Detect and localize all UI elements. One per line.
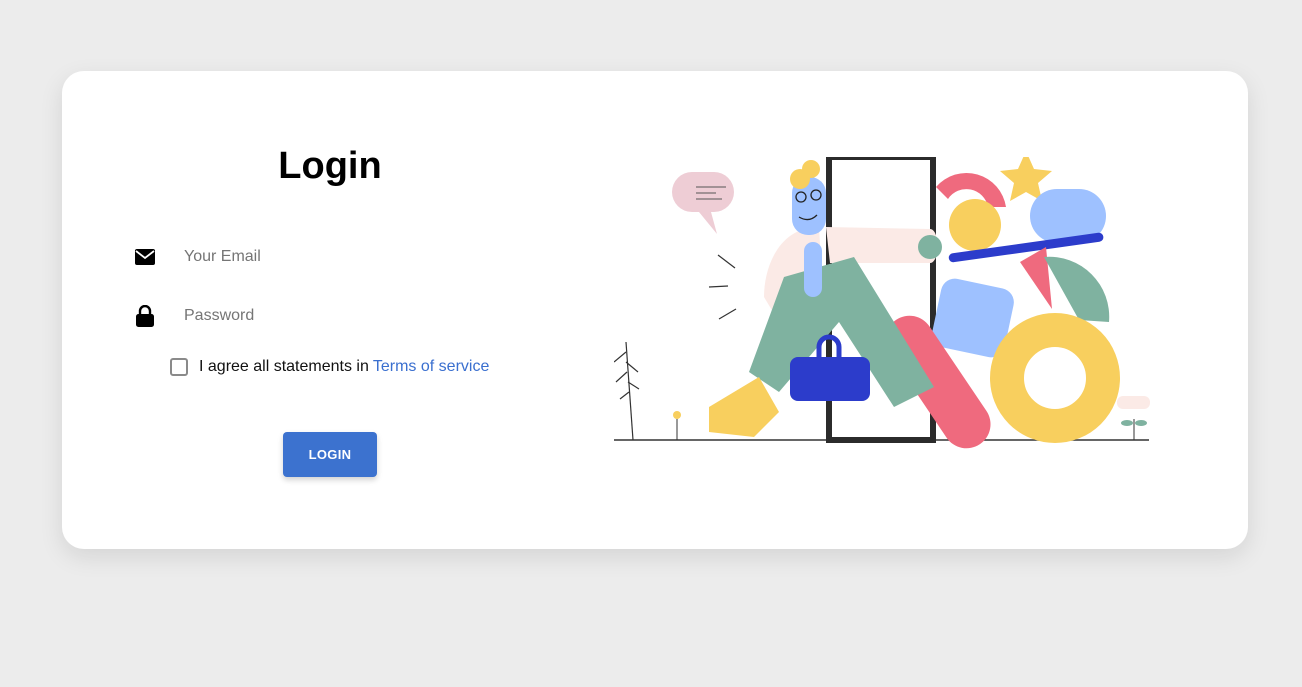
password-field-row [134,301,494,331]
lock-icon [134,305,156,327]
agree-text: I agree all statements in [199,358,369,375]
password-input[interactable] [184,307,484,325]
agree-terms-row: I agree all statements in Terms of servi… [170,358,489,376]
person-leaving-door-illustration [613,151,1154,457]
login-card: Login I agree all statements in [62,71,1248,549]
login-button[interactable]: LOGIN [283,432,377,477]
agree-checkbox[interactable] [170,358,188,376]
login-form: Login I agree all statements in [62,71,602,549]
envelope-icon [134,246,156,268]
terms-of-service-link[interactable]: Terms of service [373,358,489,376]
page-title: Login [278,145,382,187]
email-field-row [134,242,494,272]
email-input[interactable] [184,248,484,266]
